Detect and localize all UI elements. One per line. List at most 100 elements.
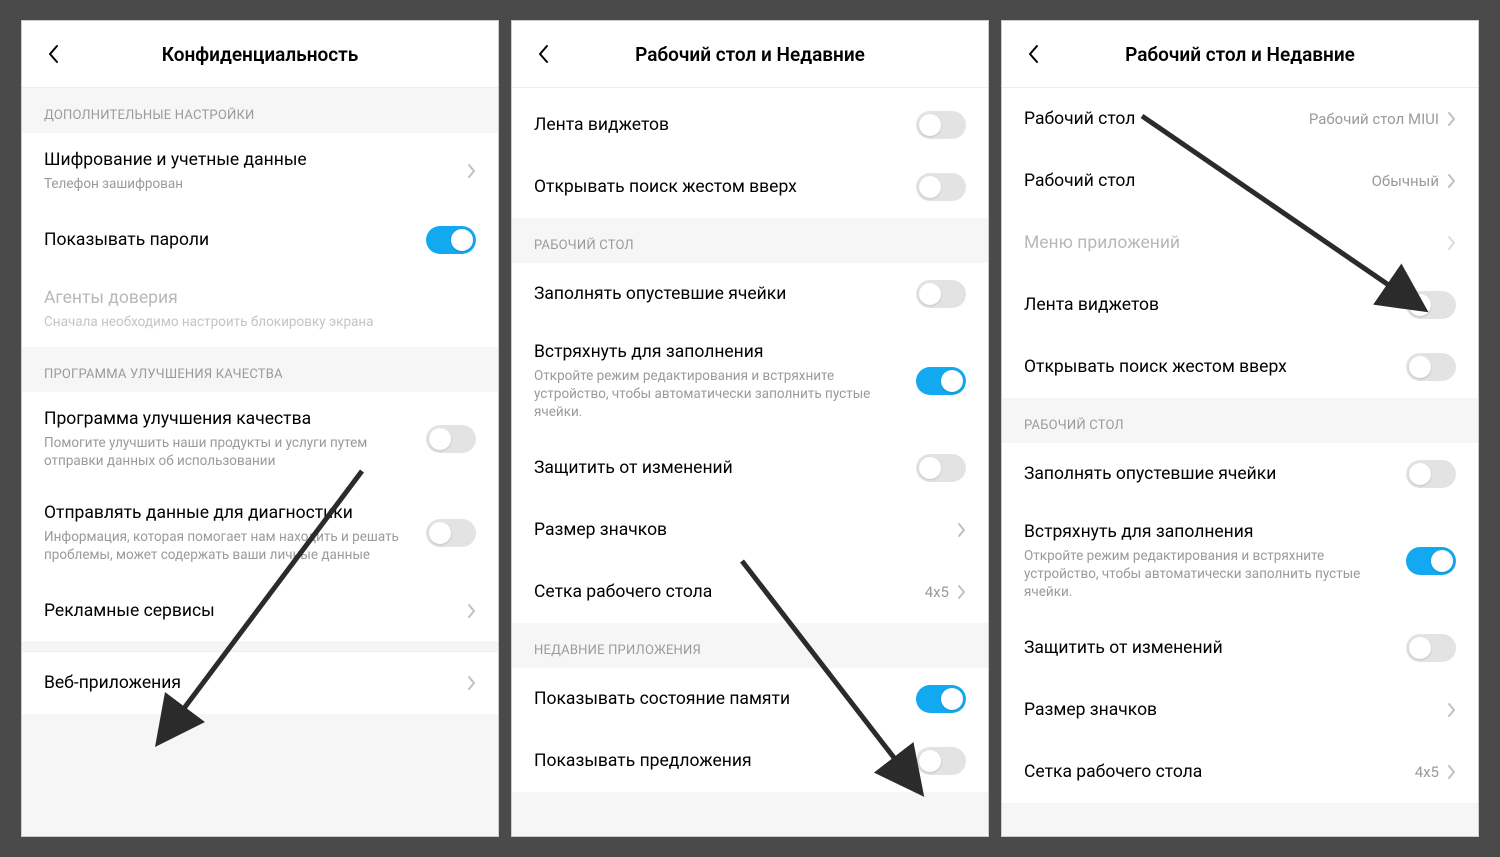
row-title: Меню приложений (1024, 232, 1435, 255)
row-title: Рабочий стол (1024, 108, 1297, 131)
group-launcher: Рабочий стол Рабочий стол MIUI Рабочий с… (1002, 88, 1478, 398)
row-title: Сетка рабочего стола (1024, 761, 1403, 784)
header: Рабочий стол и Недавние (1002, 21, 1478, 88)
row-show-passwords[interactable]: Показывать пароли (22, 209, 498, 271)
row-suggestions[interactable]: Показывать предложения (512, 730, 988, 792)
row-title: Шифрование и учетные данные (44, 149, 455, 172)
row-sub: Информация, которая помогает нам находит… (44, 528, 414, 564)
row-ad-services[interactable]: Рекламные сервисы (22, 580, 498, 642)
content: ДОПОЛНИТЕЛЬНЫЕ НАСТРОЙКИ Шифрование и уч… (22, 88, 498, 836)
chevron-right-icon (467, 163, 476, 179)
group-desktop: Заполнять опустевшие ячейки Встряхнуть д… (512, 263, 988, 623)
chevron-right-icon (1447, 235, 1456, 251)
row-widget-feed[interactable]: Лента виджетов (1002, 274, 1478, 336)
section-label-recent: НЕДАВНИЕ ПРИЛОЖЕНИЯ (512, 623, 988, 668)
row-encryption[interactable]: Шифрование и учетные данные Телефон заши… (22, 133, 498, 209)
chevron-right-icon (467, 603, 476, 619)
chevron-left-icon (537, 44, 549, 64)
row-title: Заполнять опустевшие ячейки (534, 283, 904, 306)
row-title: Открывать поиск жестом вверх (1024, 356, 1394, 379)
toggle-quality-program[interactable] (426, 425, 476, 453)
row-title: Защитить от изменений (1024, 637, 1394, 660)
row-search-gesture[interactable]: Открывать поиск жестом вверх (1002, 336, 1478, 398)
row-title: Агенты доверия (44, 287, 464, 310)
row-shake-fill[interactable]: Встряхнуть для заполнения Откройте режим… (512, 325, 988, 437)
row-trust-agents: Агенты доверия Сначала необходимо настро… (22, 271, 498, 347)
row-title: Размер значков (534, 519, 945, 542)
row-widget-feed[interactable]: Лента виджетов (512, 94, 988, 156)
row-memory-status[interactable]: Показывать состояние памяти (512, 668, 988, 730)
back-button[interactable] (40, 41, 66, 67)
row-title: Веб-приложения (44, 672, 455, 695)
content: Лента виджетов Открывать поиск жестом вв… (512, 88, 988, 836)
row-title: Рабочий стол (1024, 170, 1360, 193)
group-top: Лента виджетов Открывать поиск жестом вв… (512, 88, 988, 218)
back-button[interactable] (1020, 41, 1046, 67)
row-title: Показывать пароли (44, 229, 414, 252)
row-value: Рабочий стол MIUI (1309, 110, 1439, 128)
page-title: Конфиденциальность (162, 43, 359, 66)
row-icon-size[interactable]: Размер значков (1002, 679, 1478, 741)
row-app-drawer: Меню приложений (1002, 212, 1478, 274)
toggle-search-gesture[interactable] (916, 173, 966, 201)
panel-privacy: Конфиденциальность ДОПОЛНИТЕЛЬНЫЕ НАСТРО… (21, 20, 499, 837)
row-sub: Откройте режим редактирования и встряхни… (534, 367, 904, 422)
row-quality-program[interactable]: Программа улучшения качества Помогите ул… (22, 392, 498, 486)
chevron-right-icon (957, 522, 966, 538)
chevron-right-icon (467, 675, 476, 691)
chevron-left-icon (1027, 44, 1039, 64)
toggle-memory-status[interactable] (916, 685, 966, 713)
section-label-desktop: РАБОЧИЙ СТОЛ (512, 218, 988, 263)
toggle-fill-cells[interactable] (916, 280, 966, 308)
row-title: Показывать состояние памяти (534, 688, 904, 711)
toggle-widget-feed[interactable] (1406, 291, 1456, 319)
back-button[interactable] (530, 41, 556, 67)
row-title: Показывать предложения (534, 750, 904, 773)
toggle-lock-layout[interactable] (1406, 634, 1456, 662)
toggle-diagnostics[interactable] (426, 519, 476, 547)
chevron-right-icon (1447, 702, 1456, 718)
row-diagnostics[interactable]: Отправлять данные для диагностики Информ… (22, 486, 498, 580)
section-label-desktop: РАБОЧИЙ СТОЛ (1002, 398, 1478, 443)
row-title: Размер значков (1024, 699, 1435, 722)
toggle-show-passwords[interactable] (426, 226, 476, 254)
row-lock-layout[interactable]: Защитить от изменений (512, 437, 988, 499)
row-grid[interactable]: Сетка рабочего стола 4x5 (512, 561, 988, 623)
page-title: Рабочий стол и Недавние (635, 43, 865, 66)
row-title: Заполнять опустевшие ячейки (1024, 463, 1394, 486)
row-title: Встряхнуть для заполнения (534, 341, 904, 364)
row-sub: Помогите улучшить наши продукты и услуги… (44, 434, 414, 470)
row-title: Лента виджетов (1024, 294, 1394, 317)
row-sub: Телефон зашифрован (44, 175, 455, 193)
row-title: Программа улучшения качества (44, 408, 414, 431)
row-value: Обычный (1372, 172, 1439, 190)
row-grid[interactable]: Сетка рабочего стола 4x5 (1002, 741, 1478, 803)
row-search-gesture[interactable]: Открывать поиск жестом вверх (512, 156, 988, 218)
row-sub: Откройте режим редактирования и встряхни… (1024, 547, 1394, 602)
toggle-widget-feed[interactable] (916, 111, 966, 139)
row-title: Отправлять данные для диагностики (44, 502, 414, 525)
chevron-left-icon (47, 44, 59, 64)
chevron-right-icon (1447, 173, 1456, 189)
toggle-search-gesture[interactable] (1406, 353, 1456, 381)
row-web-apps[interactable]: Веб-приложения (22, 652, 498, 714)
row-fill-cells[interactable]: Заполнять опустевшие ячейки (512, 263, 988, 325)
row-sub: Сначала необходимо настроить блокировку … (44, 313, 464, 331)
row-launcher-mode[interactable]: Рабочий стол Обычный (1002, 150, 1478, 212)
row-lock-layout[interactable]: Защитить от изменений (1002, 617, 1478, 679)
toggle-shake-fill[interactable] (1406, 547, 1456, 575)
toggle-fill-cells[interactable] (1406, 460, 1456, 488)
row-shake-fill[interactable]: Встряхнуть для заполнения Откройте режим… (1002, 505, 1478, 617)
group-recent: Показывать состояние памяти Показывать п… (512, 668, 988, 792)
toggle-shake-fill[interactable] (916, 367, 966, 395)
panel-launcher-recents-3: Рабочий стол и Недавние Рабочий стол Раб… (1001, 20, 1479, 837)
row-value: 4x5 (1415, 763, 1439, 781)
chevron-right-icon (1447, 111, 1456, 127)
group-additional: Шифрование и учетные данные Телефон заши… (22, 133, 498, 347)
section-label-quality: ПРОГРАММА УЛУЧШЕНИЯ КАЧЕСТВА (22, 347, 498, 392)
row-fill-cells[interactable]: Заполнять опустевшие ячейки (1002, 443, 1478, 505)
toggle-lock-layout[interactable] (916, 454, 966, 482)
toggle-suggestions[interactable] (916, 747, 966, 775)
row-default-launcher[interactable]: Рабочий стол Рабочий стол MIUI (1002, 88, 1478, 150)
row-icon-size[interactable]: Размер значков (512, 499, 988, 561)
